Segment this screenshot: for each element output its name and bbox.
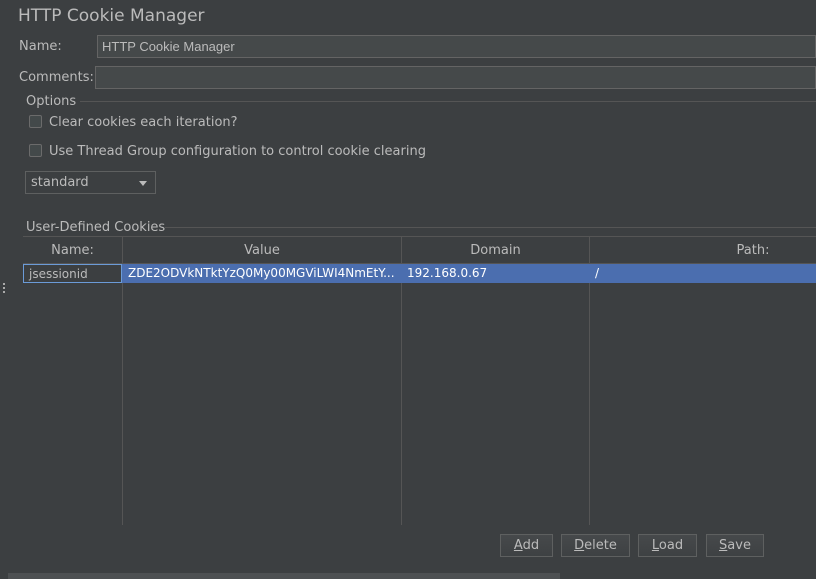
name-label: Name:	[19, 39, 62, 54]
cookie-domain-cell[interactable]: 192.168.0.67	[402, 264, 589, 283]
cookies-divider	[165, 227, 816, 228]
column-header-path[interactable]: Path:	[590, 237, 816, 263]
cookie-policy-select[interactable]: standard	[25, 171, 156, 194]
splitter-handle[interactable]	[3, 283, 6, 295]
cookie-path-cell[interactable]: /	[590, 264, 816, 283]
checkbox-box[interactable]	[29, 115, 42, 128]
add-button[interactable]: Add	[500, 534, 553, 557]
chevron-down-icon[interactable]	[139, 181, 147, 186]
save-button[interactable]: Save	[706, 534, 764, 557]
clear-each-iteration-label[interactable]: Clear cookies each iteration?	[49, 115, 238, 130]
delete-button[interactable]: Delete	[561, 534, 630, 557]
load-button[interactable]: Load	[638, 534, 697, 557]
cookies-legend: User-Defined Cookies	[26, 220, 166, 235]
horizontal-scrollbar[interactable]	[8, 573, 560, 579]
comments-label: Comments:	[19, 70, 94, 85]
column-header-domain[interactable]: Domain	[402, 237, 589, 263]
comments-field[interactable]	[95, 66, 816, 89]
name-field[interactable]	[97, 35, 816, 58]
table-header: Name: Value Domain Path:	[23, 237, 816, 264]
panel-title: HTTP Cookie Manager	[18, 6, 205, 26]
options-legend: Options	[26, 94, 77, 109]
cookie-value-cell[interactable]: ZDE2ODVkNTktYzQ0My00MGViLWI4NmEtY...	[123, 264, 401, 283]
checkbox-box[interactable]	[29, 144, 42, 157]
cookie-name-cell[interactable]: jsessionid	[23, 264, 122, 283]
use-thread-group-label[interactable]: Use Thread Group configuration to contro…	[49, 144, 426, 159]
options-divider	[80, 101, 816, 102]
cookie-policy-value: standard	[31, 175, 89, 190]
clear-each-iteration-checkbox[interactable]	[29, 115, 42, 128]
use-thread-group-checkbox[interactable]	[29, 144, 42, 157]
table-row[interactable]: jsessionid ZDE2ODVkNTktYzQ0My00MGViLWI4N…	[23, 264, 816, 283]
cookies-table[interactable]: Name: Value Domain Path: jsessionid ZDE2…	[23, 236, 816, 525]
column-header-name[interactable]: Name:	[23, 237, 122, 263]
column-header-value[interactable]: Value	[123, 237, 401, 263]
